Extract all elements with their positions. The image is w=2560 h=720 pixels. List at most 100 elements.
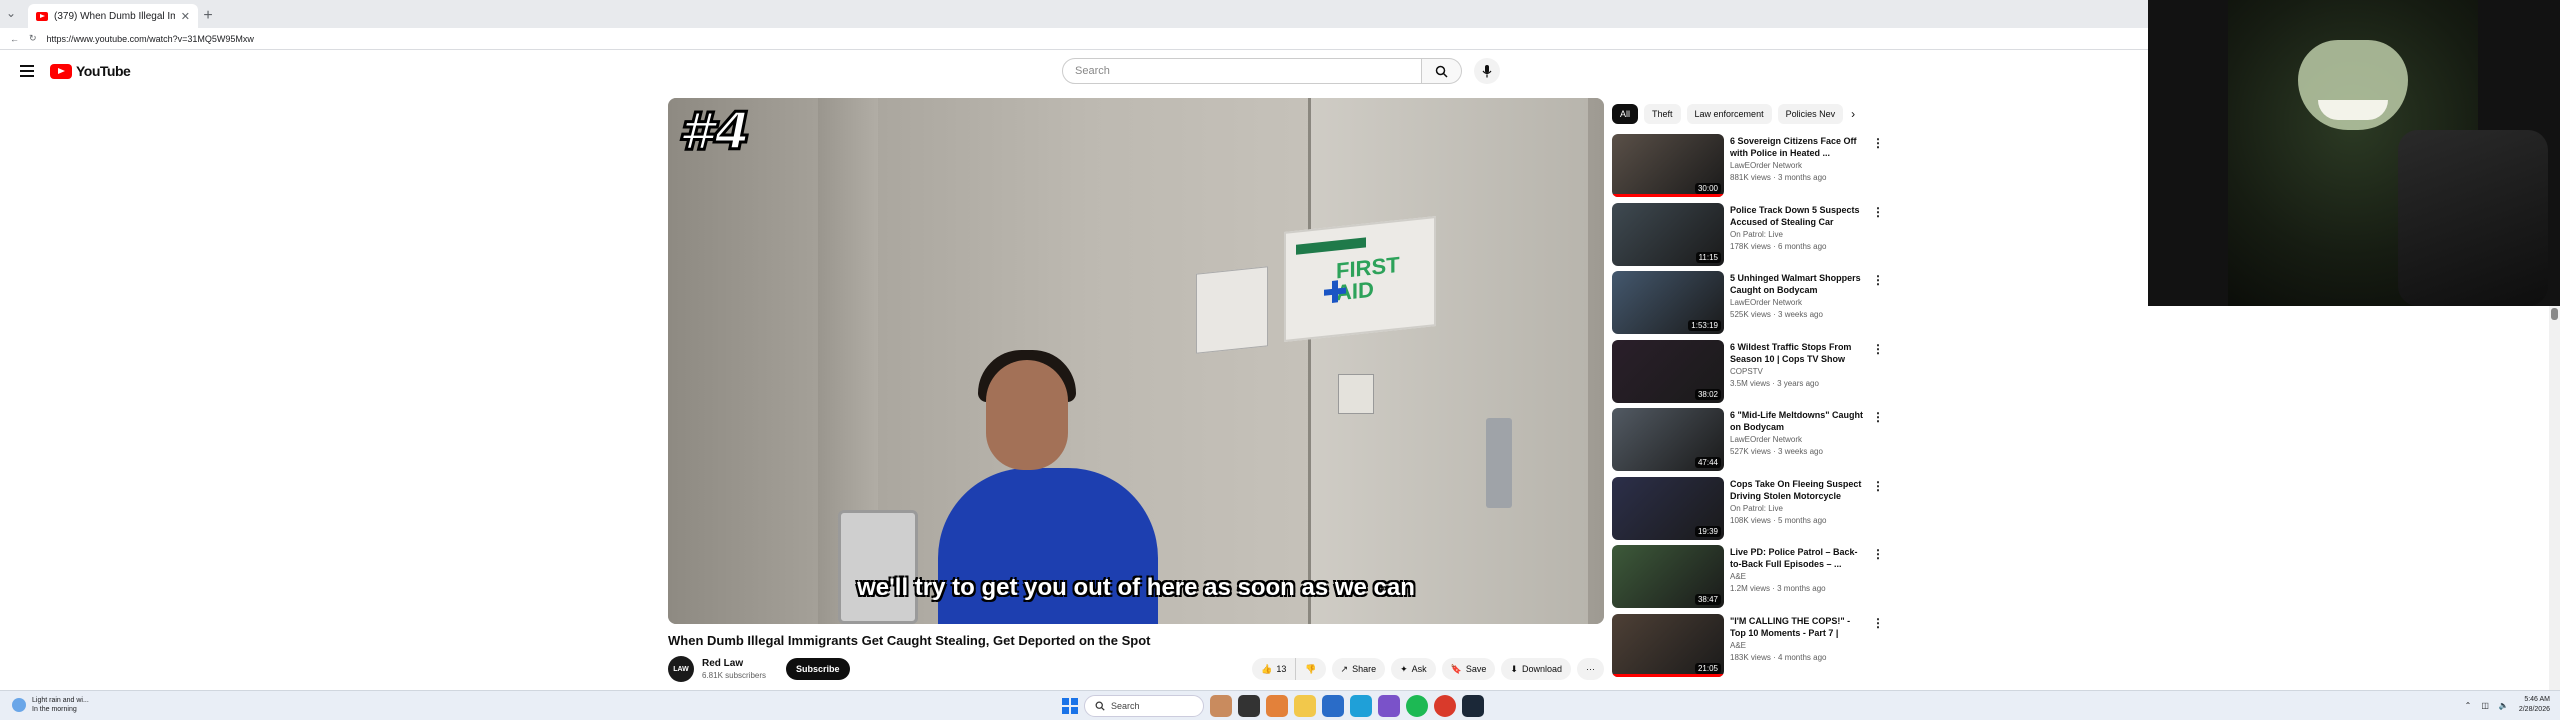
chevron-right-icon[interactable]: › [1851,107,1855,121]
video-thumbnail[interactable]: 38:47 [1612,545,1724,608]
browser-tab[interactable]: (379) When Dumb Illegal Imm ✕ [28,4,198,28]
recommendation-item[interactable]: 38:02 6 Wildest Traffic Stops From Seaso… [1612,339,1884,409]
close-icon[interactable]: ✕ [181,10,190,23]
video-thumbnail[interactable]: 30:00 [1612,134,1724,197]
rec-title[interactable]: 6 Sovereign Citizens Face Off with Polic… [1730,135,1868,159]
more-vert-icon[interactable]: ⋮ [1872,479,1884,493]
share-button[interactable]: ↗ Share [1331,658,1386,680]
chevron-up-icon[interactable]: ⌃ [2465,701,2472,710]
search-button[interactable] [1422,58,1462,84]
video-thumbnail[interactable]: 21:05 [1612,613,1724,677]
weather-widget[interactable]: Light rain and wi... In the morning [12,696,89,714]
network-icon[interactable]: ◫ [2481,701,2489,710]
video-player[interactable]: FIRST AID #4 we'll try to get you out of… [668,98,1604,624]
recommendations-list: 30:00 6 Sovereign Citizens Face Off with… [1612,134,1884,683]
ask-button[interactable]: ✦ Ask [1391,658,1436,680]
search-input[interactable]: Search [1062,58,1422,84]
video-thumbnail[interactable]: 1:53:19 [1612,271,1724,334]
video-thumbnail[interactable]: 47:44 [1612,408,1724,471]
task-view-icon[interactable] [1238,695,1260,717]
volume-icon[interactable]: 🔈 [2499,701,2509,710]
rec-meta: 525K views · 3 weeks ago [1730,310,1823,319]
filter-chips: All Theft Law enforcement Policies Nev › [1612,104,1855,124]
store-icon[interactable] [1322,695,1344,717]
url-field[interactable]: https://www.youtube.com/watch?v=31MQ5W95… [47,34,254,44]
chrome-icon[interactable] [1434,695,1456,717]
more-vert-icon[interactable]: ⋮ [1872,273,1884,287]
rec-channel[interactable]: COPSTV [1730,367,1763,376]
chip-all[interactable]: All [1612,104,1639,124]
dislike-button[interactable]: 👎 [1296,658,1326,680]
youtube-logo[interactable]: YouTube [50,63,131,79]
copilot-icon[interactable] [1266,695,1288,717]
tab-search-icon[interactable]: ⌄ [6,6,16,20]
spotify-icon[interactable] [1406,695,1428,717]
subscribe-button[interactable]: Subscribe [786,658,850,680]
file-explorer-icon[interactable] [1294,695,1316,717]
duration-badge: 47:44 [1694,457,1721,468]
clock[interactable]: 5:46 AM 2/28/2026 [2519,695,2550,715]
rec-title[interactable]: Police Track Down 5 Suspects Accused of … [1730,204,1868,228]
recommendation-item[interactable]: 11:15 Police Track Down 5 Suspects Accus… [1612,202,1884,272]
more-vert-icon[interactable]: ⋮ [1872,547,1884,561]
rec-channel[interactable]: LawEOrder Network [1730,435,1802,444]
rec-title[interactable]: Cops Take On Fleeing Suspect Driving Sto… [1730,478,1868,502]
back-icon[interactable]: ← [10,34,19,44]
page-scrollbar[interactable] [2549,306,2560,690]
more-vert-icon[interactable]: ⋮ [1872,205,1884,219]
chip-law-enforcement[interactable]: Law enforcement [1686,104,1772,124]
voice-search-button[interactable] [1474,58,1500,84]
chip-theft[interactable]: Theft [1644,104,1681,124]
taskbar-search[interactable]: Search [1084,695,1204,717]
thumbs-up-icon: 👍 [1261,663,1273,674]
menu-icon[interactable] [20,65,34,80]
chip-policies[interactable]: Policies Nev [1777,104,1844,124]
new-tab-icon[interactable]: + [198,4,218,28]
recommendation-item[interactable]: 38:47 Live PD: Police Patrol – Back-to-B… [1612,545,1884,614]
more-vert-icon[interactable]: ⋮ [1872,136,1884,150]
recommendation-item[interactable]: 21:05 "I'M CALLING THE COPS!" - Top 10 M… [1612,613,1884,683]
rec-channel[interactable]: LawEOrder Network [1730,161,1802,170]
channel-avatar[interactable]: LAW [668,656,694,682]
windows-start-icon[interactable] [1062,698,1078,714]
recommendation-item[interactable]: 47:44 6 "Mid-Life Meltdowns" Caught on B… [1612,408,1884,477]
recommendation-item[interactable]: 19:39 Cops Take On Fleeing Suspect Drivi… [1612,476,1884,546]
save-button[interactable]: 🔖 Save [1441,658,1496,680]
rec-channel[interactable]: A&E [1730,572,1746,581]
video-thumbnail[interactable]: 19:39 [1612,476,1724,540]
more-vert-icon[interactable]: ⋮ [1872,410,1884,424]
brochure-holder [1196,266,1268,354]
video-title: When Dumb Illegal Immigrants Get Caught … [668,633,1151,648]
duration-badge: 11:15 [1695,251,1721,263]
reload-icon[interactable]: ↻ [29,33,37,44]
taskbar-apps: Search [1062,695,1484,717]
more-vert-icon[interactable]: ⋮ [1872,342,1884,356]
weather-detail: In the morning [32,706,77,713]
recommendation-item[interactable]: 1:53:19 5 Unhinged Walmart Shoppers Caug… [1612,271,1884,340]
rec-channel[interactable]: On Patrol: Live [1730,504,1783,513]
rec-channel[interactable]: On Patrol: Live [1730,230,1783,239]
like-button[interactable]: 👍 13 [1252,658,1297,680]
widgets-app-icon[interactable] [1210,695,1232,717]
download-icon: ⬇ [1510,663,1518,674]
video-thumbnail[interactable]: 11:15 [1612,202,1724,266]
edge-icon[interactable] [1350,695,1372,717]
rec-title[interactable]: 6 Wildest Traffic Stops From Season 10 |… [1730,341,1868,365]
channel-name[interactable]: Red Law [702,658,743,669]
rec-title[interactable]: "I'M CALLING THE COPS!" - Top 10 Moments… [1730,615,1868,639]
browser-tab-bar: ⌄ (379) When Dumb Illegal Imm ✕ + [0,0,2148,28]
download-button[interactable]: ⬇ Download [1501,658,1571,680]
rec-channel[interactable]: A&E [1730,641,1746,650]
recommendation-item[interactable]: 30:00 6 Sovereign Citizens Face Off with… [1612,134,1884,203]
rec-title[interactable]: 6 "Mid-Life Meltdowns" Caught on Bodycam [1730,409,1868,433]
discord-icon[interactable] [1378,695,1400,717]
rec-title[interactable]: Live PD: Police Patrol – Back-to-Back Fu… [1730,546,1868,570]
steam-icon[interactable] [1462,695,1484,717]
door-handle [1486,418,1512,508]
video-thumbnail[interactable]: 38:02 [1612,339,1724,403]
duration-badge: 30:00 [1694,183,1721,194]
more-vert-icon[interactable]: ⋮ [1872,616,1884,630]
rec-channel[interactable]: LawEOrder Network [1730,298,1802,307]
rec-title[interactable]: 5 Unhinged Walmart Shoppers Caught on Bo… [1730,272,1868,296]
more-actions-button[interactable]: ··· [1577,658,1604,680]
